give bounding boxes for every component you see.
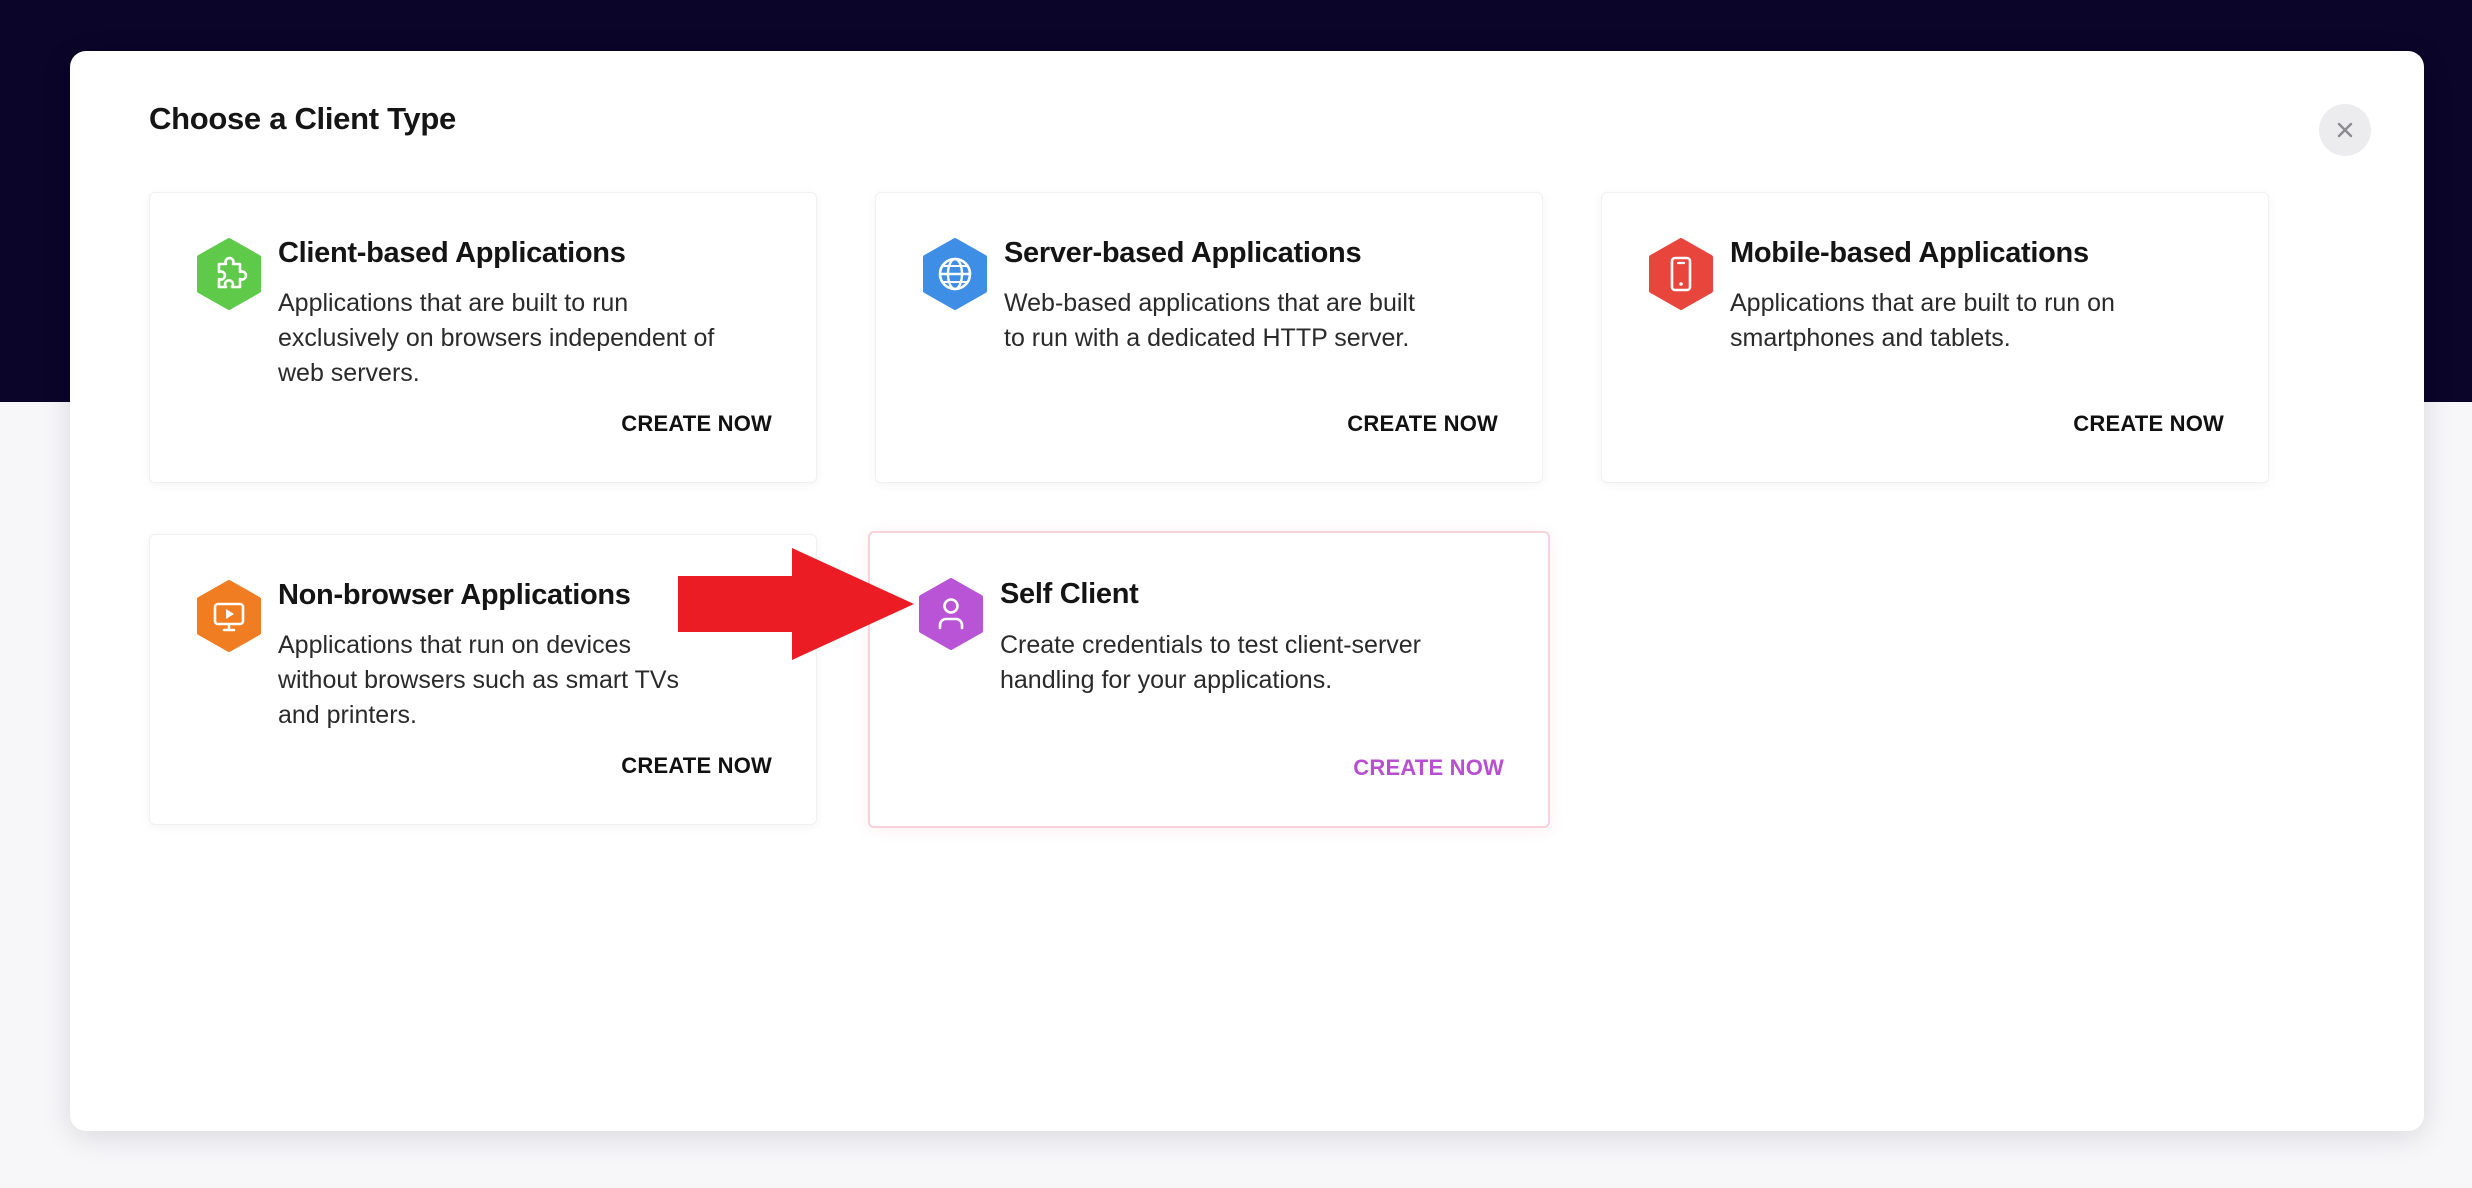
puzzle-icon	[196, 238, 262, 310]
arrow-right-icon	[678, 548, 914, 660]
card-description: Applications that run on devices without…	[278, 631, 680, 729]
card-mobile-based[interactable]: Mobile-based Applications Applications t…	[1601, 192, 2269, 483]
card-description: Applications that are built to run on sm…	[1730, 289, 2115, 352]
create-now-button[interactable]: CREATE NOW	[1353, 755, 1504, 781]
create-now-button[interactable]: CREATE NOW	[2073, 411, 2224, 437]
card-title: Mobile-based Applications	[1730, 237, 2089, 269]
card-title: Self Client	[1000, 578, 1139, 610]
card-title: Non-browser Applications	[278, 579, 631, 611]
close-button[interactable]	[2319, 104, 2371, 156]
mobile-phone-icon	[1648, 238, 1714, 310]
modal-title: Choose a Client Type	[149, 101, 456, 136]
create-now-button[interactable]: CREATE NOW	[621, 411, 772, 437]
card-description: Applications that are built to run exclu…	[278, 289, 715, 387]
card-description: Create credentials to test client-server…	[1000, 631, 1422, 694]
card-title: Server-based Applications	[1004, 237, 1362, 269]
create-now-button[interactable]: CREATE NOW	[621, 753, 772, 779]
card-title: Client-based Applications	[278, 237, 626, 269]
card-description: Web-based applications that are built to…	[1004, 289, 1415, 352]
client-type-modal: Choose a Client Type Client-based Applic…	[70, 51, 2424, 1131]
card-self-client[interactable]: Self Client Create credentials to test c…	[868, 531, 1550, 828]
card-server-based[interactable]: Server-based Applications Web-based appl…	[875, 192, 1543, 483]
create-now-button[interactable]: CREATE NOW	[1347, 411, 1498, 437]
close-icon	[2337, 122, 2353, 138]
user-icon	[918, 578, 984, 650]
tv-icon	[196, 580, 262, 652]
card-client-based[interactable]: Client-based Applications Applications t…	[149, 192, 817, 483]
globe-icon	[922, 238, 988, 310]
